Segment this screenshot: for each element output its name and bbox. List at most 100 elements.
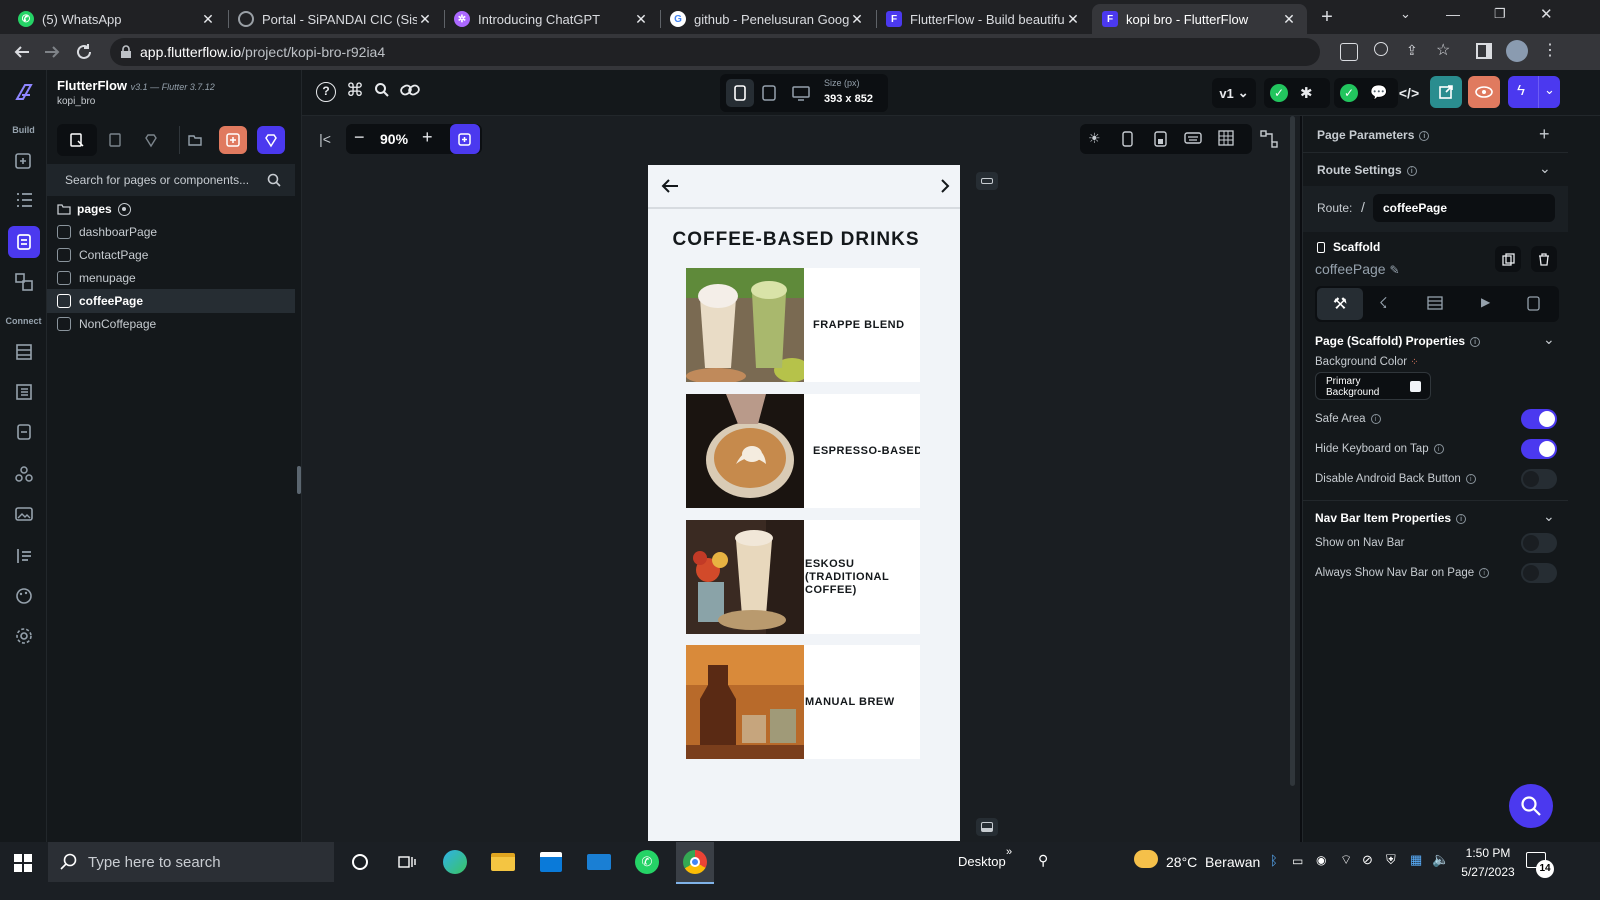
close-tab-icon[interactable]: ✕	[417, 11, 433, 28]
reload-icon[interactable]	[72, 40, 96, 64]
preview-eye-button[interactable]	[1468, 76, 1500, 108]
clock[interactable]: 1:50 PM 5/27/2023	[1458, 846, 1518, 879]
minimize-icon[interactable]: —	[1446, 6, 1460, 22]
tree-toggle-icon[interactable]	[1260, 130, 1278, 148]
panel-resize-handle[interactable]	[297, 466, 301, 494]
flutterflow-logo-icon[interactable]	[10, 78, 38, 106]
chevron-right-icon[interactable]	[940, 178, 950, 194]
wifi-icon[interactable]: ⌔	[1340, 852, 1352, 868]
tab-whatsapp[interactable]: ✆ (5) WhatsApp ✕	[8, 4, 226, 34]
data-types-icon[interactable]	[10, 378, 38, 406]
light-mode-icon[interactable]: ☀	[1088, 130, 1101, 147]
tab-flutterflow[interactable]: F FlutterFlow - Build beautiful, m ✕	[876, 4, 1091, 34]
show-nav-toggle[interactable]	[1521, 533, 1557, 553]
check-icon[interactable]: ✓	[1270, 84, 1288, 102]
widget-tree-icon[interactable]	[10, 186, 38, 214]
device-icon[interactable]: ▭	[1292, 854, 1303, 868]
nav-bar-props-header[interactable]: Nav Bar Item Properties i	[1315, 511, 1467, 525]
page-item-coffeepage[interactable]: coffeePage	[47, 289, 295, 313]
tablet-device-icon[interactable]	[762, 85, 776, 101]
zoom-icon[interactable]	[1374, 42, 1388, 56]
drink-card-eskosu[interactable]: ESKOSU (TRADITIONAL COFFEE)	[686, 520, 920, 634]
network-off-icon[interactable]: ⊘	[1362, 852, 1373, 868]
tab-portal[interactable]: Portal - SiPANDAI CIC (Sistem ✕	[228, 4, 443, 34]
delete-trash-button[interactable]	[1531, 246, 1557, 272]
store-icon[interactable]	[534, 845, 568, 879]
canvas-scrollbar[interactable]	[1290, 116, 1295, 786]
docs-tab-icon[interactable]	[1527, 296, 1540, 311]
chevron-right-icon[interactable]: »	[1006, 846, 1012, 858]
browser-menu-icon[interactable]: ⋮	[1542, 40, 1558, 60]
bluetooth-icon[interactable]: ᛒ	[1270, 853, 1278, 868]
vpn-icon[interactable]: ⛨	[1386, 852, 1396, 868]
bg-color-select[interactable]: Primary Background	[1315, 372, 1431, 400]
add-param-icon[interactable]: +	[1539, 124, 1550, 145]
add-page-button[interactable]	[219, 126, 247, 154]
code-icon[interactable]: </>	[1394, 78, 1424, 108]
share-export-button[interactable]	[1430, 76, 1462, 108]
safe-area-toggle[interactable]	[1521, 409, 1557, 429]
bookmark-star-icon[interactable]: ☆	[1436, 40, 1450, 60]
edge-icon[interactable]	[438, 845, 472, 879]
url-field[interactable]: app.flutterflow.io/project/kopi-bro-r92i…	[110, 38, 1320, 66]
side-panel-icon[interactable]	[1476, 43, 1492, 59]
close-tab-icon[interactable]: ✕	[1281, 11, 1297, 28]
add-widget-icon[interactable]	[10, 146, 38, 174]
tab-search-icon[interactable]: ⌄	[1400, 6, 1411, 22]
profile-avatar[interactable]	[1506, 40, 1528, 62]
close-tab-icon[interactable]: ✕	[849, 11, 865, 28]
mail-icon[interactable]	[582, 845, 616, 879]
collapse-panel-icon[interactable]: |<	[314, 126, 336, 152]
taskbar-search-box[interactable]: Type here to search	[48, 842, 334, 882]
windows-start-icon[interactable]	[6, 846, 40, 880]
check-icon[interactable]: ✓	[1340, 84, 1358, 102]
bug-icon[interactable]: ✱	[1300, 84, 1313, 102]
link-icon[interactable]	[400, 82, 420, 98]
drink-card-manual-brew[interactable]: MANUAL BREW	[686, 645, 920, 759]
close-tab-icon[interactable]: ✕	[633, 11, 649, 28]
back-arrow-icon[interactable]	[660, 177, 680, 195]
volume-icon[interactable]: 🔈	[1432, 851, 1449, 868]
grid-icon[interactable]	[1218, 130, 1234, 146]
diamond-tab-icon[interactable]	[143, 132, 159, 148]
phone-device-icon[interactable]	[726, 79, 754, 107]
pages-icon[interactable]	[8, 226, 40, 258]
navbar-toggle-icon[interactable]	[976, 818, 998, 836]
command-icon[interactable]: ⌘	[346, 80, 364, 101]
pages-folder[interactable]: pages	[57, 202, 131, 216]
color-picker-icon[interactable]: ⁘	[1410, 357, 1418, 368]
appbar-toggle-icon[interactable]	[976, 172, 998, 190]
help-icon[interactable]: ?	[316, 82, 336, 102]
zoom-out-icon[interactable]: −	[354, 127, 365, 148]
chat-icon[interactable]: 💬	[1370, 84, 1387, 101]
people-icon[interactable]: ⚲	[1038, 852, 1048, 869]
api-calls-icon[interactable]	[10, 542, 38, 570]
components-icon[interactable]	[10, 268, 38, 296]
cortana-icon[interactable]	[343, 845, 377, 879]
backend-query-tab-icon[interactable]	[1427, 296, 1443, 310]
camera-icon[interactable]: ◉	[1316, 853, 1326, 867]
new-folder-icon[interactable]	[187, 132, 203, 148]
chevron-down-icon[interactable]: ⌄	[1543, 508, 1555, 525]
theme-icon[interactable]	[10, 582, 38, 610]
search-icon[interactable]	[374, 82, 390, 98]
search-pages-input[interactable]: Search for pages or components...	[47, 164, 295, 196]
page-item-noncoffepage[interactable]: NonCoffepage	[47, 312, 295, 336]
duplicate-button[interactable]	[1495, 246, 1521, 272]
language-icon[interactable]: ▦	[1410, 852, 1422, 868]
tab-kopi-bro[interactable]: F kopi bro - FlutterFlow ✕	[1092, 4, 1307, 34]
page-item-menupage[interactable]: menupage	[47, 266, 295, 290]
drink-card-espresso[interactable]: ESPRESSO-BASED	[686, 394, 920, 508]
close-tab-icon[interactable]: ✕	[1065, 11, 1081, 28]
page-item-dashboarpage[interactable]: dashboarPage	[47, 220, 295, 244]
hide-keyboard-toggle[interactable]	[1521, 439, 1557, 459]
custom-code-icon[interactable]	[10, 460, 38, 488]
desktop-device-icon[interactable]	[792, 86, 810, 101]
scaffold-props-header[interactable]: Page (Scaffold) Properties i	[1315, 334, 1481, 348]
drink-card-frappe[interactable]: FRAPPE BLEND	[686, 268, 920, 382]
components-tab-icon[interactable]	[107, 132, 123, 148]
version-dropdown[interactable]: v1 ⌄	[1212, 78, 1256, 108]
close-window-icon[interactable]: ✕	[1540, 5, 1553, 23]
animations-tab-icon[interactable]: ▶	[1481, 295, 1490, 309]
device-frame-icon[interactable]	[1122, 131, 1133, 147]
